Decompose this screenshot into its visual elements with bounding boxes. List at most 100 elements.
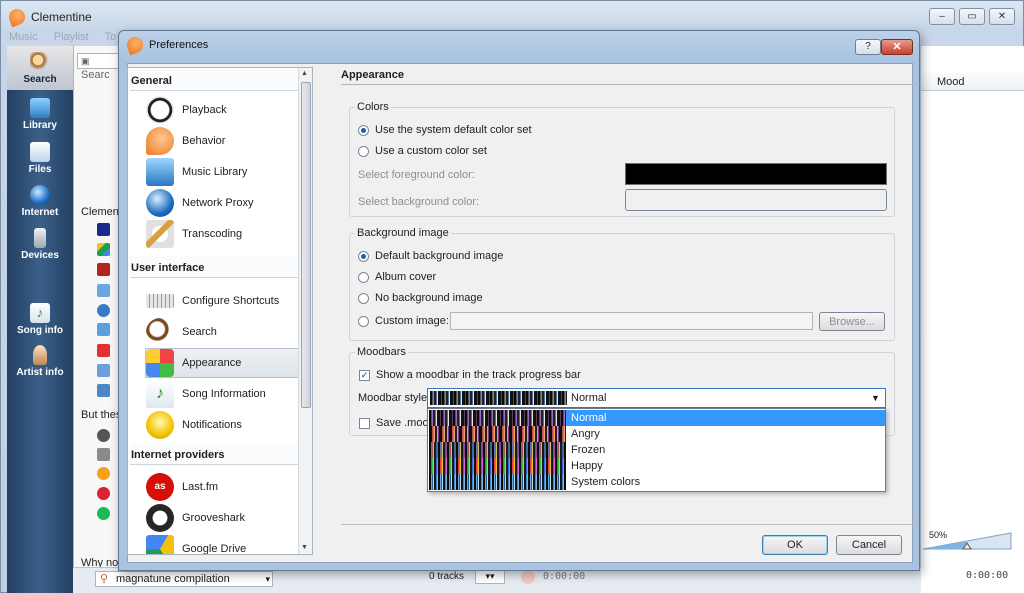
radio-checked-icon [358,250,369,262]
category-network-proxy[interactable]: Network Proxy [146,188,312,218]
category-song-information[interactable]: ♪ Song Information [146,379,312,409]
clementine-logo-icon [124,34,146,56]
menu-tools[interactable]: To [105,31,117,45]
close-button[interactable]: ✕ [989,8,1015,25]
moodbar-preview [429,458,566,474]
song-info-icon: ♪ [146,380,174,408]
option-label: Frozen [571,444,606,456]
moodbar-option-happy[interactable]: Happy [428,458,885,474]
podcast-service-icon[interactable] [97,304,110,317]
scroll-up-icon[interactable]: ▲ [301,70,308,77]
category-label: Appearance [182,357,242,369]
radio-label: Use a custom color set [375,145,487,157]
help-button[interactable]: ? [855,39,881,55]
category-behavior[interactable]: Behavior [146,126,312,156]
globe-icon [146,189,174,217]
subsonic-service-icon[interactable] [97,323,110,336]
category-scrollbar[interactable]: ▲ ▼ [298,68,312,554]
category-music-library[interactable]: Music Library [146,157,312,187]
sidebar-item-library[interactable]: Library [7,98,73,131]
fg-color-label: Select foreground color: [358,169,475,181]
sidebar-item-song-info[interactable]: ♪ Song info [7,303,73,336]
google-drive-icon [146,535,174,554]
scrollbar-thumb[interactable] [301,82,311,408]
playback-mode-dropdown[interactable]: ▾▾ [475,570,505,584]
no-bg-radio[interactable]: No background image [358,292,483,304]
fg-color-button[interactable] [625,163,887,185]
custom-color-radio[interactable]: Use a custom color set [358,145,487,157]
album-cover-radio[interactable]: Album cover [358,271,436,283]
sidebar-item-devices[interactable]: Devices [7,228,73,261]
jamendo-service-icon[interactable] [97,263,110,276]
but-these-text: But thes [81,409,122,421]
sidebar-item-label: Devices [21,250,59,261]
minimize-button[interactable]: – [929,8,955,25]
category-configure-shortcuts[interactable]: Configure Shortcuts [146,286,312,316]
ok-button[interactable]: OK [762,535,828,555]
spotify-service-icon[interactable] [97,384,110,397]
moodbar-style-select[interactable]: Normal ▼ [427,388,886,408]
custom-image-path-input[interactable] [450,312,813,330]
radio-service-icon[interactable] [97,448,110,461]
sidebar-item-label: Library [23,120,57,131]
close-button[interactable]: ✕ [881,39,913,55]
sidebar-item-files[interactable]: Files [7,142,73,175]
sidebar-item-search[interactable]: Search [7,46,73,90]
default-bg-radio[interactable]: Default background image [358,250,503,262]
moodbar-option-system-colors[interactable]: System colors [428,474,885,490]
play-icon [146,96,174,124]
category-transcoding[interactable]: Transcoding [146,219,312,249]
category-label: Grooveshark [182,512,245,524]
grooveshark-icon [146,504,174,532]
moodbar-option-normal[interactable]: Normal [428,410,885,426]
sidebar-item-internet[interactable]: Internet [7,185,73,218]
cancel-button[interactable]: Cancel [836,535,902,555]
chevron-down-icon[interactable]: ▾ [265,572,270,586]
di-service-icon[interactable] [97,223,110,236]
soundcloud-service-icon[interactable] [97,344,110,357]
search-icon [30,52,50,72]
spotify-green-service-icon[interactable] [97,507,110,520]
search-placeholder: Searc [81,69,110,81]
bottom-search-input[interactable]: ⚲ magnatune compilation ▾ [95,571,273,587]
category-search[interactable]: Search [146,317,312,347]
system-color-radio[interactable]: Use the system default color set [358,124,532,136]
category-appearance[interactable]: Appearance [145,348,311,378]
sidebar-item-artist-info[interactable]: Artist info [7,345,73,378]
menubar: Music Playlist To [9,31,116,45]
magnatune-service-icon[interactable] [97,284,110,297]
category-google-drive[interactable]: Google Drive [146,534,312,554]
icecast-service-icon[interactable] [97,467,110,480]
grooveshark-service-icon[interactable] [97,429,110,442]
bg-color-button[interactable] [625,189,887,211]
maximize-button[interactable]: ▭ [959,8,985,25]
library-search-input[interactable]: ▣ Searc [77,53,121,81]
somafm-service-icon[interactable] [97,364,110,377]
intro-text: Clemen [81,206,119,218]
sidebar-item-label: Search [23,74,57,85]
page-divider [341,84,917,85]
moodbar-option-frozen[interactable]: Frozen [428,442,885,458]
devices-icon [34,228,46,248]
browse-button[interactable]: Browse... [819,312,885,331]
category-notifications[interactable]: Notifications [146,410,312,440]
checkbox-label: Show a moodbar in the track progress bar [376,369,581,381]
mood-column-header[interactable]: Mood [921,73,1024,91]
lastfm-service-icon[interactable] [97,487,110,500]
custom-bg-radio[interactable]: Custom image: [358,315,449,327]
moodbar-preview [429,410,566,426]
elapsed-time: 0:00:00 [543,571,586,582]
save-mood-checkbox[interactable]: Save .mood [359,417,435,429]
category-label: Configure Shortcuts [182,295,280,307]
moodbar-option-angry[interactable]: Angry [428,426,885,442]
google-drive-service-icon[interactable] [97,243,110,256]
scroll-down-icon[interactable]: ▼ [301,544,308,551]
menu-playlist[interactable]: Playlist [54,31,89,45]
moodbars-group-title: Moodbars [355,346,408,358]
menu-music[interactable]: Music [9,31,38,45]
show-moodbar-checkbox[interactable]: ✓ Show a moodbar in the track progress b… [359,369,581,381]
category-lastfm[interactable]: as Last.fm [146,472,312,502]
record-icon[interactable] [521,570,535,584]
category-grooveshark[interactable]: Grooveshark [146,503,312,533]
category-playback[interactable]: Playback [146,95,312,125]
